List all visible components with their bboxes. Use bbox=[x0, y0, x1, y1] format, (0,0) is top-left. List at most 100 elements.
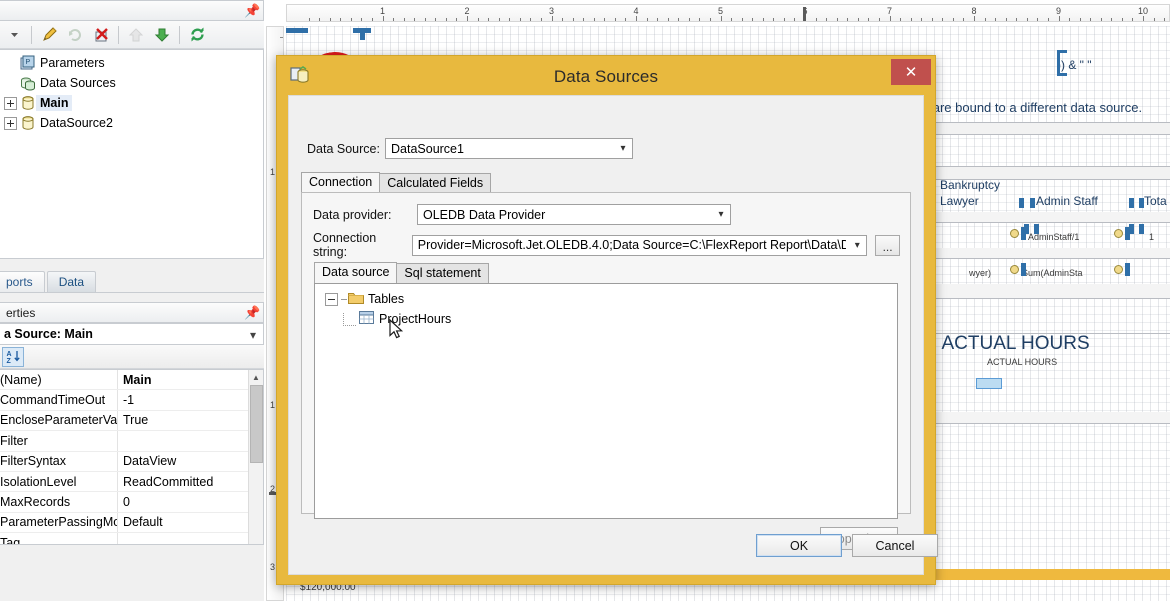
property-row[interactable]: IsolationLevel ReadCommitted bbox=[0, 471, 263, 493]
chevron-down-icon[interactable]: ▾ bbox=[250, 328, 256, 342]
dialog-tree-item-projecthours[interactable]: ProjectHours bbox=[325, 309, 897, 329]
cancel-button[interactable]: Cancel bbox=[852, 534, 938, 557]
scroll-up-icon[interactable]: ▲ bbox=[249, 370, 263, 385]
pin-icon[interactable]: 📌 bbox=[244, 4, 260, 18]
ruler-marker[interactable] bbox=[803, 7, 806, 21]
data-provider-select[interactable]: OLEDB Data Provider ▾ bbox=[417, 204, 731, 225]
property-value[interactable]: -1 bbox=[118, 390, 263, 409]
close-icon[interactable]: ✕ bbox=[891, 59, 931, 85]
margin-marker[interactable] bbox=[286, 28, 308, 33]
data-sources-dialog[interactable]: Data Sources ✕ Data Source: DataSource1 … bbox=[276, 55, 938, 585]
chevron-down-icon[interactable]: ▾ bbox=[614, 139, 632, 158]
tab-stop-stem[interactable] bbox=[360, 28, 365, 40]
property-value[interactable] bbox=[118, 533, 263, 544]
detail-field-total[interactable]: 1 bbox=[1149, 232, 1154, 242]
column-header-bankruptcy-lawyer-2[interactable]: Lawyer bbox=[940, 194, 979, 208]
data-source-select[interactable]: DataSource1 ▾ bbox=[385, 138, 633, 159]
selection-bracket-left[interactable] bbox=[1057, 50, 1067, 76]
column-header-bankruptcy-lawyer-1[interactable]: Bankruptcy bbox=[940, 178, 1000, 192]
horizontal-ruler[interactable]: 12345678910 bbox=[286, 4, 1170, 22]
collapse-icon[interactable] bbox=[325, 292, 338, 306]
scrollbar-thumb[interactable] bbox=[250, 385, 263, 463]
tab-data-source[interactable]: Data source bbox=[314, 262, 398, 283]
property-name: MaxRecords bbox=[0, 492, 118, 512]
column-divider[interactable] bbox=[1129, 198, 1134, 208]
property-value[interactable]: Main bbox=[118, 370, 263, 389]
tab-sql-statement[interactable]: Sql statement bbox=[396, 263, 489, 283]
chevron-down-icon[interactable]: ▾ bbox=[712, 205, 730, 224]
chevron-down-icon[interactable]: ▾ bbox=[848, 236, 866, 255]
column-header-total[interactable]: Tota bbox=[1144, 194, 1167, 208]
field-edge[interactable] bbox=[1021, 263, 1026, 276]
field-handle[interactable] bbox=[1010, 265, 1019, 274]
field-edge[interactable] bbox=[1125, 263, 1130, 276]
legend-label-actual-hours[interactable]: ACTUAL HOURS bbox=[987, 357, 1057, 367]
tree-item-main[interactable]: Main bbox=[0, 93, 263, 113]
tab-connection[interactable]: Connection bbox=[301, 172, 381, 193]
left-panel-tabstrip[interactable]: ports Data bbox=[0, 269, 264, 293]
property-value[interactable] bbox=[118, 431, 263, 450]
tree-item-data-sources[interactable]: Data Sources bbox=[0, 73, 263, 93]
move-down-icon[interactable] bbox=[150, 23, 174, 47]
property-row[interactable]: EncloseParameterVal True bbox=[0, 410, 263, 432]
property-row[interactable]: (Name) Main bbox=[0, 370, 263, 391]
tree-item-parameters[interactable]: P Parameters bbox=[0, 53, 263, 73]
expand-icon[interactable] bbox=[4, 116, 17, 130]
section-title-actual-hours[interactable]: . ACTUAL HOURS bbox=[932, 333, 1090, 355]
properties-object-selector[interactable]: a Source: Main ▾ bbox=[0, 323, 264, 345]
pin-icon[interactable]: 📌 bbox=[244, 306, 260, 320]
data-explorer-tree[interactable]: P Parameters Data Sources Main DataSource2 bbox=[0, 49, 264, 259]
footer-field-lawyer[interactable]: wyer) bbox=[969, 268, 991, 278]
property-value[interactable]: True bbox=[118, 411, 263, 430]
property-value[interactable]: 0 bbox=[118, 492, 263, 511]
delete-icon[interactable] bbox=[89, 23, 113, 47]
dialog-tree-item-tables[interactable]: Tables bbox=[325, 289, 897, 309]
column-divider[interactable] bbox=[1030, 198, 1035, 208]
tables-tree[interactable]: Tables ProjectHours bbox=[314, 283, 898, 519]
connection-string-input[interactable]: Provider=Microsoft.Jet.OLEDB.4.0;Data So… bbox=[411, 234, 868, 256]
property-row[interactable]: ParameterPassingMo Default bbox=[0, 512, 263, 534]
column-divider[interactable] bbox=[1139, 198, 1144, 208]
expand-icon[interactable] bbox=[4, 96, 17, 110]
ruler-tick bbox=[667, 18, 669, 21]
field-handle[interactable] bbox=[1010, 229, 1019, 238]
column-divider[interactable] bbox=[1019, 198, 1024, 208]
tree-item-datasource2[interactable]: DataSource2 bbox=[0, 113, 263, 133]
sort-alphabetical-button[interactable]: A Z bbox=[2, 346, 24, 367]
field-edge[interactable] bbox=[1125, 227, 1130, 240]
property-row[interactable]: Filter bbox=[0, 431, 263, 452]
inner-tabstrip[interactable]: Data source Sql statement bbox=[314, 262, 489, 283]
data-tree-toolbar[interactable] bbox=[0, 21, 264, 49]
property-value[interactable]: ReadCommitted bbox=[118, 472, 263, 491]
field-edge[interactable] bbox=[1021, 227, 1026, 240]
property-value[interactable]: DataView bbox=[118, 452, 263, 471]
column-header-admin-staff[interactable]: Admin Staff bbox=[1036, 194, 1098, 208]
property-name: Filter bbox=[0, 431, 118, 451]
ruler-tick bbox=[857, 18, 859, 21]
properties-scrollbar[interactable]: ▲ bbox=[248, 370, 263, 544]
footer-field-sum-adminstaff[interactable]: Sum(AdminSta bbox=[1022, 268, 1083, 278]
property-row[interactable]: Tag bbox=[0, 533, 263, 544]
warning-text[interactable]: ts are bound to a different data source. bbox=[919, 100, 1142, 115]
dropdown-arrow-icon[interactable] bbox=[2, 23, 26, 47]
left-tab-data[interactable]: Data bbox=[46, 271, 97, 292]
field-handle[interactable] bbox=[1114, 265, 1123, 274]
reload-icon[interactable] bbox=[185, 23, 209, 47]
edit-pencil-icon[interactable] bbox=[37, 23, 61, 47]
column-divider[interactable] bbox=[1139, 224, 1144, 234]
property-row[interactable]: MaxRecords 0 bbox=[0, 492, 263, 513]
ok-button[interactable]: OK bbox=[756, 534, 842, 557]
dialog-tabstrip[interactable]: Connection Calculated Fields bbox=[301, 172, 492, 193]
column-divider[interactable] bbox=[1034, 224, 1039, 234]
dialog-titlebar[interactable]: Data Sources ✕ bbox=[284, 59, 931, 91]
tab-calculated-fields[interactable]: Calculated Fields bbox=[379, 173, 492, 193]
datasource-icon bbox=[20, 95, 36, 111]
property-row[interactable]: CommandTimeOut -1 bbox=[0, 390, 263, 411]
properties-toolbar[interactable]: A Z bbox=[0, 345, 264, 369]
left-tab-ports[interactable]: ports bbox=[0, 271, 45, 292]
property-value[interactable]: Default bbox=[118, 513, 263, 532]
browse-connection-button[interactable]: ... bbox=[875, 234, 900, 256]
property-row[interactable]: FilterSyntax DataView bbox=[0, 451, 263, 472]
field-handle[interactable] bbox=[1114, 229, 1123, 238]
properties-grid[interactable]: (Name) Main CommandTimeOut -1 EncloseParamet… bbox=[0, 369, 264, 545]
